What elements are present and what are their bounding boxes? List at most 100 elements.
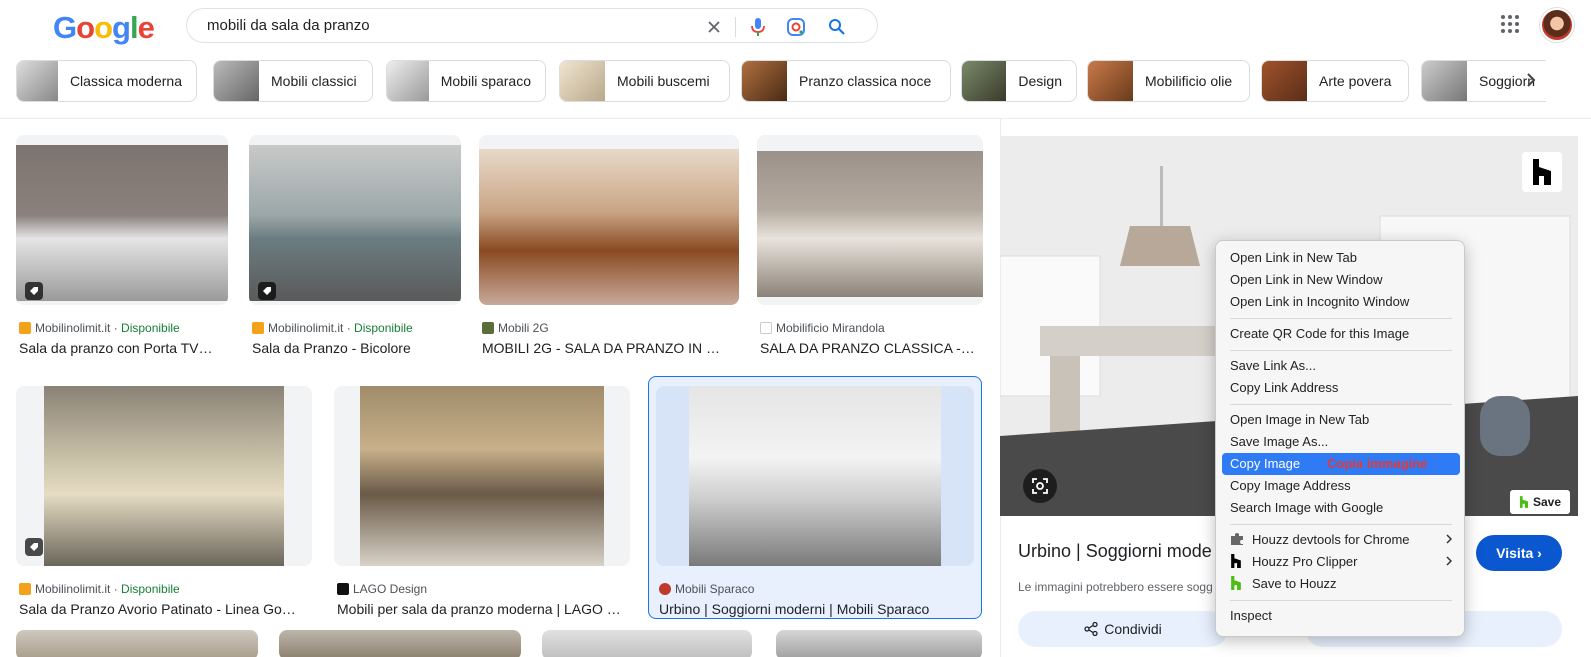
search-divider	[735, 17, 736, 37]
header: Google mobili da sala da pranzo	[0, 0, 1591, 54]
menu-separator	[1230, 404, 1452, 405]
share-button[interactable]: Condividi	[1018, 611, 1228, 647]
favicon	[337, 583, 349, 595]
menu-item-save-image-as[interactable]: Save Image As...	[1222, 431, 1460, 453]
close-icon[interactable]	[702, 15, 726, 39]
visit-button[interactable]: Visita ›	[1476, 535, 1562, 571]
result-source: LAGO Design	[337, 582, 427, 596]
availability-badge: Disponibile	[354, 321, 413, 335]
menu-item-open-image-new-tab[interactable]: Open Image in New Tab	[1222, 409, 1460, 431]
logo-letter: g	[112, 10, 131, 45]
avatar[interactable]	[1540, 8, 1574, 42]
result-image-frame[interactable]	[279, 630, 521, 657]
copy-image-annotation: Copia immagine	[1327, 456, 1428, 471]
result-image-frame[interactable]	[16, 135, 228, 305]
lens-icon[interactable]	[784, 15, 808, 39]
chip[interactable]: Design	[961, 60, 1077, 102]
chip-thumbnail	[1262, 61, 1307, 101]
menu-item-copy-image-address[interactable]: Copy Image Address	[1222, 475, 1460, 497]
result-image	[44, 386, 284, 566]
tag-icon	[25, 282, 43, 300]
mic-icon[interactable]	[746, 15, 770, 39]
search-icon[interactable]	[825, 15, 849, 39]
menu-item-open-link-incognito[interactable]: Open Link in Incognito Window	[1222, 291, 1460, 313]
menu-item-houzz-pro-clipper[interactable]: Houzz Pro Clipper	[1222, 551, 1460, 573]
menu-item-open-link-new-tab[interactable]: Open Link in New Tab	[1222, 247, 1460, 269]
chip-thumbnail	[1422, 61, 1467, 101]
result-title[interactable]: SALA DA PRANZO CLASSICA -…	[760, 340, 986, 356]
result-image-frame[interactable]	[249, 135, 461, 305]
source-name: Mobili 2G	[498, 321, 549, 335]
chip-label: Mobili classici	[271, 73, 357, 89]
result-image-frame[interactable]	[16, 386, 312, 566]
menu-separator	[1230, 524, 1452, 525]
result-image	[249, 145, 461, 301]
chip[interactable]: Classica moderna	[16, 60, 197, 102]
chip-label: Mobili sparaco	[440, 73, 531, 89]
result-source: Mobilinolimit.it · Disponibile	[19, 321, 180, 335]
favicon	[19, 322, 31, 334]
chip-thumbnail	[214, 61, 259, 101]
tag-icon	[25, 538, 43, 556]
chevron-right-icon	[1446, 529, 1453, 551]
menu-item-search-image-google[interactable]: Search Image with Google	[1222, 497, 1460, 519]
result-title[interactable]: Sala da Pranzo - Bicolore	[252, 340, 464, 356]
result-source: Mobili 2G	[482, 321, 549, 335]
chip[interactable]: Mobilificio olie	[1087, 60, 1250, 102]
result-source: Mobili Sparaco	[659, 582, 754, 596]
houzz-logo-icon[interactable]	[1522, 152, 1562, 192]
houzz-icon	[1230, 553, 1244, 568]
result-source: Mobilificio Mirandola	[760, 321, 885, 335]
logo-letter: e	[137, 10, 155, 45]
result-image-frame[interactable]	[656, 386, 974, 566]
availability-badge: Disponibile	[121, 321, 180, 335]
menu-item-copy-link-address[interactable]: Copy Link Address	[1222, 377, 1460, 399]
search-box[interactable]: mobili da sala da pranzo	[186, 8, 878, 43]
preview-title[interactable]: Urbino | Soggiorni mode	[1018, 541, 1212, 562]
apps-icon[interactable]	[1500, 14, 1520, 34]
result-image-frame[interactable]	[334, 386, 630, 566]
result-image-frame[interactable]	[757, 135, 983, 305]
result-title[interactable]: Sala da pranzo con Porta TV…	[19, 340, 231, 356]
save-label: Save	[1532, 495, 1562, 509]
chip[interactable]: Mobili buscemi	[559, 60, 730, 102]
menu-separator	[1230, 600, 1452, 601]
chip[interactable]: Arte povera	[1261, 60, 1409, 102]
chip-label: Design	[1018, 73, 1062, 89]
chip[interactable]: Pranzo classica noce	[741, 60, 951, 102]
menu-item-houzz-devtools[interactable]: Houzz devtools for Chrome	[1222, 529, 1460, 551]
favicon	[19, 583, 31, 595]
chip[interactable]: Mobili sparaco	[386, 60, 546, 102]
result-title[interactable]: Mobili per sala da pranzo moderna | LAGO…	[337, 601, 633, 617]
menu-item-label: Save to Houzz	[1252, 576, 1337, 591]
lens-search-icon[interactable]	[1023, 469, 1057, 503]
chip[interactable]: Mobili classici	[213, 60, 373, 102]
menu-separator	[1230, 318, 1452, 319]
result-title[interactable]: Sala da Pranzo Avorio Patinato - Linea G…	[19, 601, 315, 617]
menu-item-inspect[interactable]: Inspect	[1222, 605, 1460, 627]
chip-thumbnail	[742, 61, 787, 101]
logo-letter: o	[94, 10, 113, 45]
result-title[interactable]: MOBILI 2G - SALA DA PRANZO IN …	[482, 340, 737, 356]
result-image-frame[interactable]	[479, 135, 739, 305]
chevron-right-icon[interactable]	[1519, 68, 1543, 92]
puzzle-icon	[1230, 531, 1244, 545]
menu-item-save-link-as[interactable]: Save Link As...	[1222, 355, 1460, 377]
preview-disclaimer: Le immagini potrebbero essere sogg	[1018, 580, 1213, 594]
google-logo[interactable]: Google	[53, 10, 155, 46]
result-image-frame[interactable]	[776, 630, 982, 657]
menu-item-create-qr-code[interactable]: Create QR Code for this Image	[1222, 323, 1460, 345]
share-icon	[1084, 622, 1098, 636]
favicon	[659, 583, 671, 595]
houzz-save-button[interactable]: Save	[1510, 490, 1570, 514]
menu-item-open-link-new-window[interactable]: Open Link in New Window	[1222, 269, 1460, 291]
menu-separator	[1230, 350, 1452, 351]
search-input[interactable]: mobili da sala da pranzo	[207, 17, 370, 34]
menu-item-save-to-houzz[interactable]: Save to Houzz	[1222, 573, 1460, 595]
result-image	[360, 386, 604, 566]
result-title[interactable]: Urbino | Soggiorni moderni | Mobili Spar…	[659, 601, 977, 617]
share-label: Condividi	[1104, 621, 1162, 637]
source-name: Mobilificio Mirandola	[776, 321, 885, 335]
result-image-frame[interactable]	[542, 630, 752, 657]
result-image-frame[interactable]	[16, 630, 258, 657]
